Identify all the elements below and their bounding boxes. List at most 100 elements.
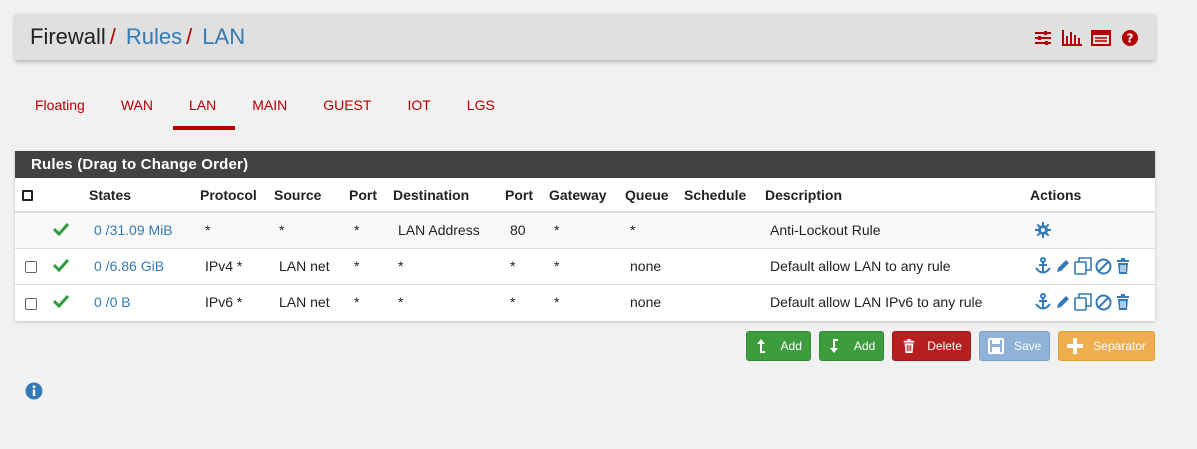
protocol-cell: *: [200, 212, 274, 249]
page-header: Firewall / Rules / LAN ?: [15, 14, 1155, 60]
table-row[interactable]: 0 /31.09 MiB * * * LAN Address 80 * * An…: [15, 212, 1155, 249]
header-icon-group: ?: [1032, 27, 1140, 48]
trash-icon: [901, 338, 917, 354]
breadcrumb-rules[interactable]: Rules: [126, 24, 182, 50]
sliders-icon[interactable]: [1032, 27, 1053, 48]
disable-icon[interactable]: [1094, 257, 1112, 275]
bar-chart-icon[interactable]: [1061, 27, 1082, 48]
interface-tabs: Floating WAN LAN MAIN GUEST IOT LGS: [18, 88, 514, 130]
dest-port-cell: 80: [505, 212, 549, 249]
anchor-icon[interactable]: [1034, 293, 1052, 311]
rule-action-buttons: Add Add Delete Save Separator: [745, 331, 1155, 361]
select-all-checkbox[interactable]: [22, 190, 33, 202]
port-cell: *: [354, 294, 360, 311]
pencil-icon[interactable]: [1054, 293, 1072, 311]
trash-icon[interactable]: [1114, 293, 1132, 311]
tab-lan[interactable]: LAN: [172, 88, 236, 130]
gateway-cell: *: [549, 212, 625, 249]
states-link[interactable]: 0 /0 B: [94, 294, 131, 310]
gateway-cell: *: [554, 294, 560, 311]
header-dest-port: Port: [505, 178, 549, 213]
breadcrumb-firewall: Firewall: [30, 24, 106, 49]
tab-floating[interactable]: Floating: [18, 88, 104, 130]
header-gateway: Gateway: [549, 178, 625, 213]
queue-cell: none: [625, 248, 684, 285]
schedule-cell: [684, 284, 765, 320]
tab-main[interactable]: MAIN: [235, 88, 306, 130]
source-cell: *: [274, 212, 349, 249]
pencil-icon[interactable]: [1054, 257, 1072, 275]
check-icon: [52, 222, 70, 239]
header-destination: Destination: [393, 178, 505, 213]
help-icon[interactable]: ?: [1119, 27, 1140, 48]
states-link[interactable]: 0 /31.09 MiB: [94, 222, 173, 238]
add-bottom-label: Add: [853, 339, 876, 353]
description-cell: Default allow LAN IPv6 to any rule: [770, 294, 983, 311]
queue-cell: *: [625, 212, 684, 249]
save-button[interactable]: Save: [978, 331, 1051, 361]
rules-table: States Protocol Source Port Destination …: [15, 178, 1155, 320]
row-select-cell: [15, 212, 53, 249]
header-source: Source: [274, 178, 349, 213]
trash-icon[interactable]: [1114, 257, 1132, 275]
source-cell: LAN net: [279, 294, 330, 311]
schedule-cell: [684, 212, 765, 249]
row-checkbox[interactable]: [25, 261, 37, 274]
svg-text:?: ?: [1126, 31, 1133, 45]
gear-icon[interactable]: [1034, 221, 1052, 239]
tab-lgs[interactable]: LGS: [450, 88, 514, 130]
header-actions: Actions: [1030, 178, 1155, 213]
row-actions: [1034, 257, 1155, 275]
tab-iot[interactable]: IOT: [390, 88, 449, 130]
protocol-cell: IPv4 *: [200, 248, 274, 285]
breadcrumb-separator: /: [109, 24, 116, 49]
header-queue: Queue: [625, 178, 684, 213]
port-cell: *: [349, 248, 393, 285]
source-cell: LAN net: [274, 248, 349, 285]
tab-guest[interactable]: GUEST: [306, 88, 390, 130]
header-states: States: [89, 178, 200, 213]
table-row[interactable]: 0 /0 B IPv6 * LAN net * * * * none Defau…: [15, 284, 1155, 320]
delete-label: Delete: [927, 339, 962, 353]
dest-port-cell: *: [505, 248, 549, 285]
header-protocol: Protocol: [200, 178, 274, 213]
add-bottom-button[interactable]: Add: [818, 331, 885, 361]
save-label: Save: [1013, 339, 1042, 353]
delete-button[interactable]: Delete: [892, 331, 971, 361]
arrow-up-turn-icon: [755, 338, 771, 354]
dest-port-cell: *: [510, 294, 516, 311]
queue-cell: none: [630, 294, 662, 311]
separator-label: Separator: [1093, 339, 1146, 353]
anchor-icon[interactable]: [1034, 257, 1052, 275]
info-icon[interactable]: [25, 382, 43, 400]
arrow-down-turn-icon: [828, 338, 844, 354]
states-link[interactable]: 0 /6.86 GiB: [94, 258, 164, 274]
tab-wan[interactable]: WAN: [104, 88, 172, 130]
row-checkbox[interactable]: [25, 297, 37, 310]
breadcrumb-lan[interactable]: LAN: [202, 24, 245, 50]
schedule-cell: [684, 248, 765, 285]
table-header-row: States Protocol Source Port Destination …: [15, 178, 1155, 213]
copy-icon[interactable]: [1074, 293, 1092, 312]
copy-icon[interactable]: [1074, 257, 1092, 275]
table-list-icon[interactable]: [1090, 27, 1111, 48]
port-cell: *: [349, 212, 393, 249]
destination-cell: LAN Address: [393, 212, 505, 249]
check-icon: [52, 294, 70, 311]
check-icon: [52, 258, 70, 275]
protocol-cell: IPv6 *: [205, 294, 243, 311]
status-header: [53, 178, 89, 213]
description-cell: Default allow LAN to any rule: [765, 248, 1030, 285]
header-description: Description: [765, 178, 1030, 213]
header-port: Port: [349, 178, 393, 213]
breadcrumb-separator: /: [186, 24, 193, 49]
header-schedule: Schedule: [684, 178, 765, 213]
gateway-cell: *: [549, 248, 625, 285]
plus-icon: [1067, 338, 1084, 354]
add-top-button[interactable]: Add: [745, 331, 811, 361]
destination-cell: *: [398, 294, 404, 311]
disable-icon[interactable]: [1094, 293, 1112, 311]
add-top-label: Add: [780, 339, 802, 353]
table-row[interactable]: 0 /6.86 GiB IPv4 * LAN net * * * * none …: [15, 248, 1155, 285]
separator-button[interactable]: Separator: [1058, 331, 1155, 361]
